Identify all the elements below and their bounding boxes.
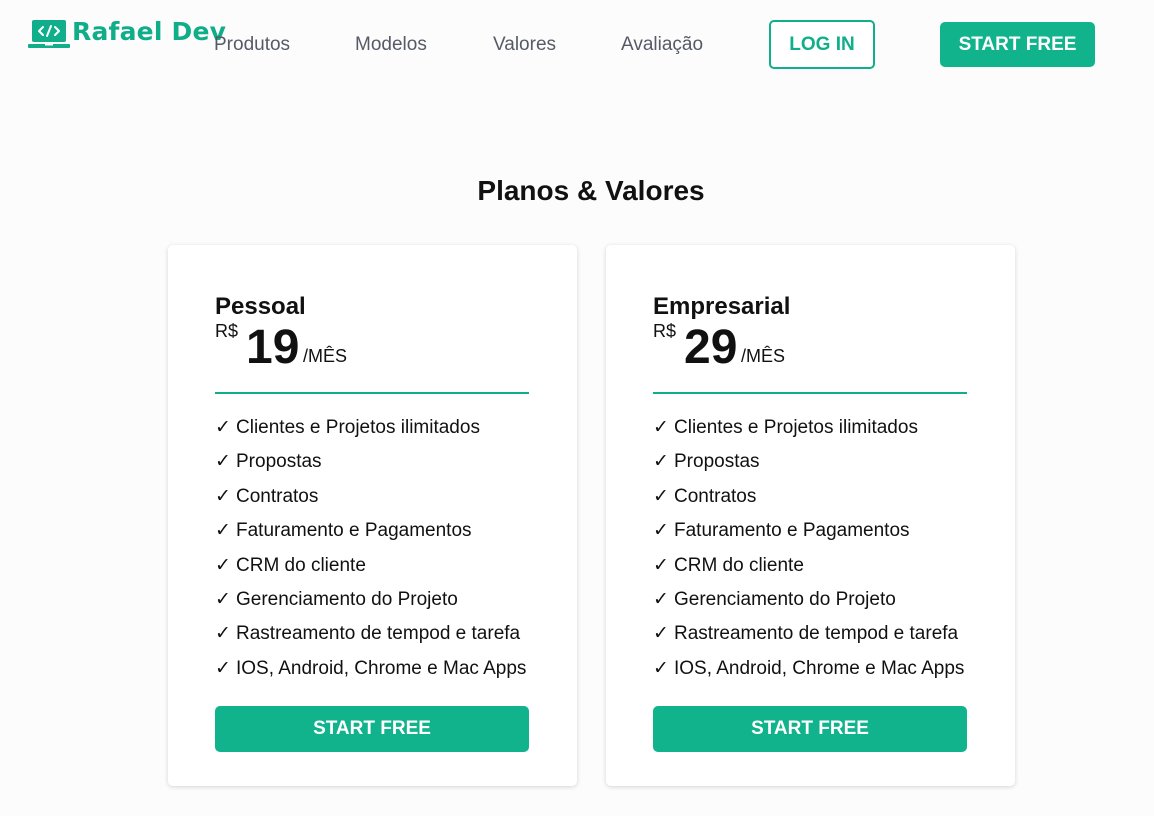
feature-item: ✓ IOS, Android, Chrome e Mac Apps: [215, 652, 529, 686]
feature-label: Faturamento e Pagamentos: [236, 520, 472, 542]
checkmark-icon: ✓: [215, 520, 231, 542]
price-amount: 19: [246, 321, 300, 374]
feature-item: ✓ CRM do cliente: [215, 549, 529, 583]
feature-item: ✓ Rastreamento de tempod e tarefa: [215, 617, 529, 651]
feature-label: IOS, Android, Chrome e Mac Apps: [236, 657, 527, 679]
feature-label: CRM do cliente: [674, 554, 804, 576]
page-title: Planos & Valores: [477, 175, 705, 206]
feature-label: Contratos: [236, 485, 319, 507]
login-button[interactable]: LOG IN: [769, 20, 875, 69]
feature-item: ✓ CRM do cliente: [653, 549, 967, 583]
feature-item: ✓ Gerenciamento do Projeto: [215, 583, 529, 617]
start-free-button-header[interactable]: START FREE: [940, 22, 1095, 67]
feature-label: Gerenciamento do Projeto: [236, 589, 458, 611]
feature-item: ✓ Propostas: [215, 445, 529, 479]
logo-text: Rafael Dev: [72, 17, 227, 46]
feature-item: ✓ Contratos: [215, 480, 529, 514]
feature-item: ✓ IOS, Android, Chrome e Mac Apps: [653, 652, 967, 686]
feature-item: ✓ Gerenciamento do Projeto: [653, 583, 967, 617]
checkmark-icon: ✓: [215, 554, 231, 576]
checkmark-icon: ✓: [653, 589, 669, 611]
feature-list: ✓ Clientes e Projetos ilimitados ✓ Proposta…: [215, 411, 529, 686]
price-period: /MÊS: [741, 346, 786, 366]
checkmark-icon: ✓: [215, 485, 231, 507]
feature-label: Propostas: [674, 451, 760, 473]
price-currency: R$: [215, 321, 239, 341]
checkmark-icon: ✓: [215, 657, 231, 679]
divider: [653, 392, 967, 394]
feature-label: Contratos: [674, 485, 757, 507]
logo[interactable]: Rafael Dev: [28, 17, 227, 50]
feature-label: Clientes e Projetos ilimitados: [236, 417, 480, 438]
feature-item: ✓ Clientes e Projetos ilimitados: [215, 411, 529, 445]
feature-label: Rastreamento de tempod e tarefa: [674, 623, 959, 645]
checkmark-icon: ✓: [653, 451, 669, 473]
checkmark-icon: ✓: [215, 623, 231, 645]
checkmark-icon: ✓: [653, 417, 669, 438]
price-currency: R$: [653, 321, 677, 341]
price-period: /MÊS: [303, 346, 348, 366]
plan-price: R$ 29 /MÊS: [653, 321, 967, 377]
nav-valores[interactable]: Valores: [493, 34, 556, 56]
plan-name: Pessoal: [215, 293, 306, 320]
checkmark-icon: ✓: [653, 554, 669, 576]
nav-modelos[interactable]: Modelos: [355, 34, 427, 56]
laptop-code-icon: [28, 20, 70, 48]
start-free-button[interactable]: START FREE: [653, 706, 967, 753]
feature-item: ✓ Faturamento e Pagamentos: [215, 514, 529, 548]
divider: [215, 392, 529, 394]
checkmark-icon: ✓: [653, 657, 669, 679]
feature-item: ✓ Clientes e Projetos ilimitados: [653, 411, 967, 445]
feature-item: ✓ Propostas: [653, 445, 967, 479]
price-amount: 29: [684, 321, 738, 374]
feature-item: ✓ Contratos: [653, 480, 967, 514]
feature-list: ✓ Clientes e Projetos ilimitados ✓ Proposta…: [653, 411, 967, 686]
nav-avaliacao[interactable]: Avaliação: [621, 34, 703, 56]
feature-label: Gerenciamento do Projeto: [674, 589, 896, 611]
checkmark-icon: ✓: [215, 451, 231, 473]
plan-name: Empresarial: [653, 293, 791, 320]
feature-label: Clientes e Projetos ilimitados: [674, 417, 918, 438]
checkmark-icon: ✓: [653, 520, 669, 542]
checkmark-icon: ✓: [653, 623, 669, 645]
plan-card-empresarial: Empresarial R$ 29 /MÊS ✓ Clientes e Proje…: [606, 245, 1015, 786]
nav-produtos[interactable]: Produtos: [214, 34, 290, 56]
feature-label: Propostas: [236, 451, 322, 473]
feature-label: CRM do cliente: [236, 554, 366, 576]
start-free-button[interactable]: START FREE: [215, 706, 529, 753]
feature-item: ✓ Rastreamento de tempod e tarefa: [653, 617, 967, 651]
feature-label: IOS, Android, Chrome e Mac Apps: [674, 657, 965, 679]
checkmark-icon: ✓: [653, 485, 669, 507]
checkmark-icon: ✓: [215, 417, 231, 438]
feature-label: Faturamento e Pagamentos: [674, 520, 910, 542]
feature-item: ✓ Faturamento e Pagamentos: [653, 514, 967, 548]
plan-price: R$ 19 /MÊS: [215, 321, 529, 377]
feature-label: Rastreamento de tempod e tarefa: [236, 623, 521, 645]
checkmark-icon: ✓: [215, 589, 231, 611]
plan-card-pessoal: Pessoal R$ 19 /MÊS ✓ Clientes e Projetos …: [168, 245, 577, 786]
